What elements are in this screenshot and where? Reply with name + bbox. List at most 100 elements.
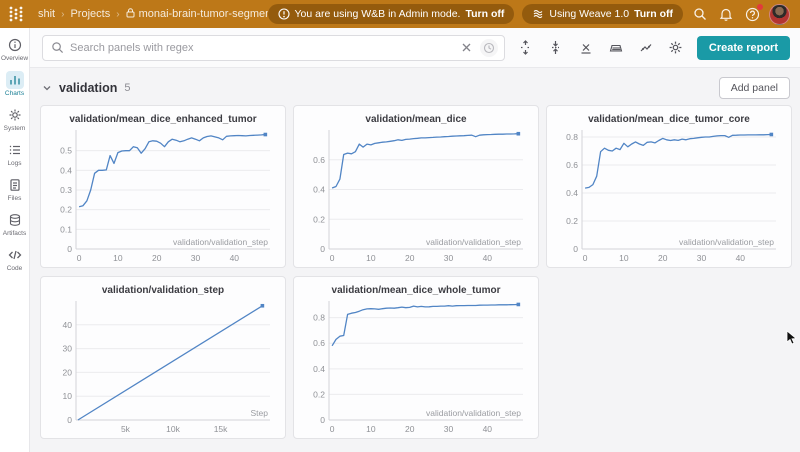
svg-text:15k: 15k [214,424,228,434]
create-report-button[interactable]: Create report [697,36,790,60]
svg-text:0.8: 0.8 [313,313,325,323]
svg-text:40: 40 [63,320,73,330]
sidebar-item-label: System [4,125,26,132]
alert-icon [278,8,290,20]
sidebar-item-artifacts[interactable]: Artifacts [0,211,30,237]
collapse-panels-icon[interactable] [548,40,564,56]
section-panel-count: 5 [124,82,130,94]
chart-panel[interactable]: validation/mean_dice_enhanced_tumor00.10… [40,105,286,268]
top-nav-right: You are using W&B in Admin mode. Turn of… [268,4,790,25]
chart-plot[interactable]: 00.10.20.30.40.5010203040validation/vali… [48,125,278,264]
breadcrumb-project[interactable]: monai-brain-tumor-segmentation [126,8,268,20]
chart-plot[interactable]: 00.20.40.60.8010203040validation/validat… [301,296,531,435]
notifications-bell-icon[interactable] [717,5,735,23]
sidebar-item-files[interactable]: Files [0,176,30,202]
top-nav: shit › Projects › monai-brain-tumor-segm… [0,0,800,28]
chart-panel[interactable]: validation/mean_dice_whole_tumor00.20.40… [293,276,539,439]
search-history-icon[interactable] [480,39,498,57]
svg-text:0.1: 0.1 [60,224,72,234]
svg-text:validation/validation_step: validation/validation_step [426,237,521,247]
svg-text:0: 0 [573,244,578,254]
list-icon [6,141,24,159]
svg-text:30: 30 [444,253,454,263]
sidebar-item-system[interactable]: System [0,106,30,132]
chart-panel[interactable]: validation/mean_dice_tumor_core00.20.40.… [546,105,792,268]
sidebar-item-label: Logs [7,160,21,167]
svg-text:0: 0 [320,244,325,254]
svg-text:30: 30 [697,253,707,263]
search-input[interactable] [70,42,452,54]
sidebar-item-charts[interactable]: Charts [0,71,30,97]
layers-icon [6,211,24,229]
sidebar-item-code[interactable]: Code [0,246,30,272]
wandb-logo-icon[interactable] [8,5,24,23]
nav-search-icon[interactable] [691,5,709,23]
chart-plot[interactable]: 0102030405k10k15kStep [48,296,278,435]
svg-text:0.2: 0.2 [313,389,325,399]
chart-canvas[interactable]: 00.20.40.60.8010203040validation/validat… [301,296,531,435]
svg-text:30: 30 [191,253,201,263]
svg-text:0: 0 [330,253,335,263]
svg-text:0.3: 0.3 [60,185,72,195]
chart-canvas[interactable]: 0102030405k10k15kStep [48,296,278,435]
svg-text:30: 30 [444,424,454,434]
chart-canvas[interactable]: 00.10.20.30.40.5010203040validation/vali… [48,125,278,264]
expand-panels-icon[interactable] [518,40,534,56]
svg-text:10: 10 [366,253,376,263]
svg-text:0.4: 0.4 [313,185,325,195]
x-axis-settings-icon[interactable] [578,40,594,56]
svg-text:0.8: 0.8 [566,132,578,142]
search-icon [51,41,64,54]
chart-canvas[interactable]: 00.20.40.60.8010203040validation/validat… [554,125,784,264]
svg-text:40: 40 [230,253,240,263]
svg-text:5k: 5k [121,424,131,434]
admin-turn-off-button[interactable]: Turn off [465,8,504,20]
weave-icon [532,8,544,20]
breadcrumb-projects[interactable]: Projects [70,8,110,20]
chart-plot[interactable]: 00.20.40.6010203040validation/validation… [301,125,531,264]
bar-chart-icon [6,71,24,89]
svg-text:10: 10 [619,253,629,263]
svg-text:20: 20 [658,253,668,263]
panel-layout-icon[interactable] [608,40,624,56]
chart-canvas[interactable]: 00.20.40.6010203040validation/validation… [301,125,531,264]
document-icon [6,176,24,194]
chart-plot[interactable]: 00.20.40.60.8010203040validation/validat… [554,125,784,264]
breadcrumb-user[interactable]: shit [38,8,55,20]
chart-title: validation/mean_dice_tumor_core [554,111,784,125]
sidebar-item-logs[interactable]: Logs [0,141,30,167]
clear-search-icon[interactable] [458,39,476,57]
weave-banner[interactable]: Using Weave 1.0 Turn off [522,4,683,24]
admin-mode-banner[interactable]: You are using W&B in Admin mode. Turn of… [268,4,515,24]
user-avatar[interactable] [769,4,790,25]
svg-text:0.5: 0.5 [60,146,72,156]
chart-panel[interactable]: validation/validation_step0102030405k10k… [40,276,286,439]
svg-text:Step: Step [251,408,269,418]
gear-icon [6,106,24,124]
sidebar-item-label: Artifacts [3,230,26,237]
svg-text:0: 0 [67,244,72,254]
panels-toolbar: Create report [30,28,800,68]
svg-text:20: 20 [63,367,73,377]
svg-text:0.4: 0.4 [60,165,72,175]
svg-text:0: 0 [77,253,82,263]
sidebar-item-overview[interactable]: Overview [0,36,30,62]
chevron-down-icon[interactable] [42,83,52,93]
svg-text:validation/validation_step: validation/validation_step [173,237,268,247]
code-icon [6,246,24,264]
chart-title: validation/mean_dice_whole_tumor [301,282,531,296]
weave-turn-off-button[interactable]: Turn off [634,8,673,20]
add-panel-button[interactable]: Add panel [719,77,790,99]
panel-search[interactable] [42,35,505,61]
svg-text:0: 0 [320,415,325,425]
svg-text:10: 10 [63,391,73,401]
chart-panel[interactable]: validation/mean_dice00.20.40.6010203040v… [293,105,539,268]
weave-banner-text: Using Weave 1.0 [549,8,629,20]
section-title[interactable]: validation [59,81,117,95]
sparklines-icon[interactable] [638,40,654,56]
chart-title: validation/validation_step [48,282,278,296]
settings-gear-icon[interactable] [668,40,684,56]
breadcrumb-separator: › [116,9,119,20]
svg-text:20: 20 [405,424,415,434]
help-icon[interactable] [743,5,761,23]
